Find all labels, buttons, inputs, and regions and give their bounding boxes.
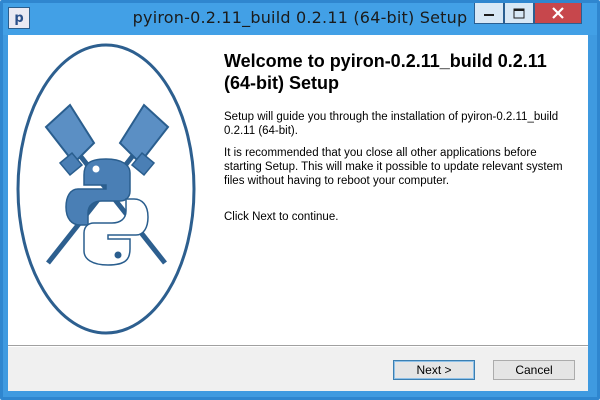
close-button[interactable] (534, 3, 582, 24)
minimize-button[interactable] (474, 3, 504, 24)
close-icon (552, 7, 564, 19)
cancel-button[interactable]: Cancel (493, 360, 575, 380)
minimize-icon (484, 14, 494, 16)
title-bar[interactable]: p pyiron-0.2.11_build 0.2.11 (64-bit) Se… (3, 3, 597, 35)
next-button[interactable]: Next > (393, 360, 475, 380)
button-separator (8, 345, 588, 347)
pyiron-logo (16, 43, 196, 335)
maximize-icon (513, 8, 525, 18)
maximize-button[interactable] (504, 3, 534, 24)
installer-client-area: Welcome to pyiron-0.2.11_build 0.2.11 (6… (8, 35, 588, 391)
welcome-banner (8, 35, 207, 345)
installer-window: p pyiron-0.2.11_build 0.2.11 (64-bit) Se… (0, 0, 600, 400)
recommendation-text: It is recommended that you close all oth… (224, 147, 563, 187)
continue-instruction: Click Next to continue. (224, 211, 339, 223)
welcome-heading: Welcome to pyiron-0.2.11_build 0.2.11 (6… (224, 51, 547, 93)
welcome-content: Welcome to pyiron-0.2.11_build 0.2.11 (6… (207, 35, 588, 345)
intro-text: Setup will guide you through the install… (224, 111, 559, 137)
